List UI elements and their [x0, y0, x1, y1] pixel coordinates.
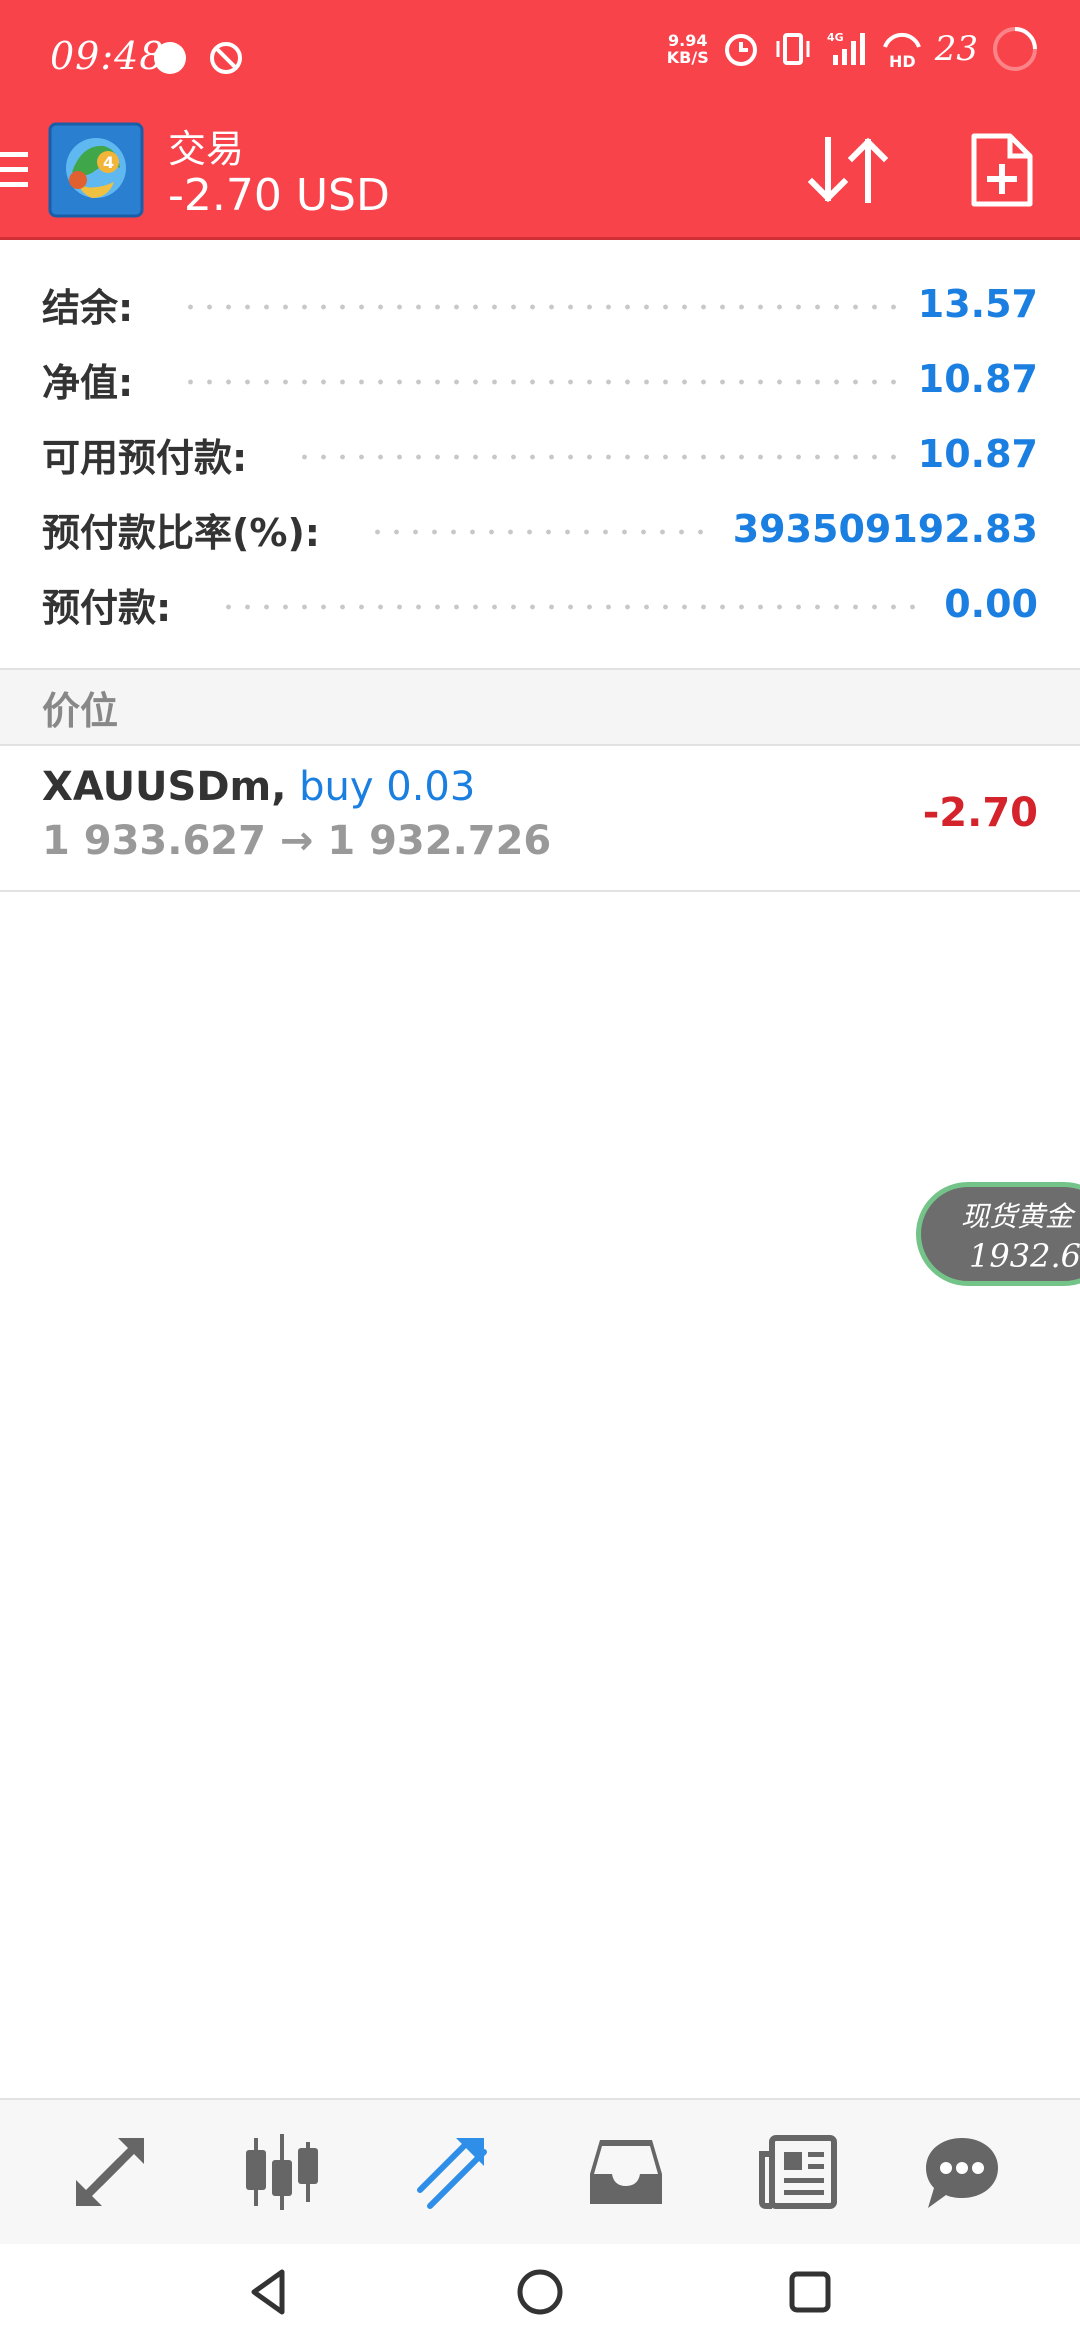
history-icon	[590, 2140, 662, 2204]
tab-chart[interactable]	[240, 2130, 324, 2214]
svg-text:4G: 4G	[827, 31, 844, 44]
status-bar: 09:48 9.94 KB/S 4G HD 23	[0, 0, 1080, 118]
chart-icon	[246, 2134, 318, 2210]
floating-symbol-name: 现货黄金	[961, 1200, 1074, 1233]
summary-row-free-margin: 可用预付款: 10.87	[42, 422, 1038, 486]
total-profit: -2.70 USD	[168, 170, 390, 221]
system-navigation	[0, 2244, 1080, 2340]
home-icon[interactable]	[514, 2266, 566, 2318]
position-prices: 1 933.627 → 1 932.726	[42, 818, 552, 864]
section-title: 价位	[42, 689, 119, 733]
account-summary: 结余: 13.57 净值: 10.87 可用预付款: 10.87 预付款比率(%…	[0, 240, 1080, 668]
vibrate-icon	[776, 33, 810, 65]
summary-value: 10.87	[917, 357, 1038, 401]
svg-text:4: 4	[103, 153, 114, 172]
mt4-logo-icon[interactable]: 4	[48, 122, 144, 218]
tab-history[interactable]	[584, 2130, 668, 2214]
dotted-leader	[181, 378, 900, 386]
sort-button[interactable]	[806, 132, 890, 208]
tab-news[interactable]	[756, 2130, 840, 2214]
alarm-icon	[724, 34, 757, 66]
menu-icon[interactable]	[0, 146, 30, 194]
summary-label: 预付款:	[42, 585, 172, 630]
tab-messages[interactable]	[920, 2130, 1004, 2214]
position-row[interactable]: XAUUSDm, buy 0.03 1 933.627 → 1 932.726 …	[0, 746, 1080, 892]
battery-level: 23	[934, 29, 978, 69]
status-time: 09:48	[50, 34, 165, 78]
chat-bubble-icon	[154, 42, 186, 74]
tab-quotes[interactable]	[68, 2130, 152, 2214]
block-icon	[210, 42, 242, 74]
dotted-leader	[181, 303, 900, 311]
bottom-navigation	[0, 2098, 1080, 2244]
svg-text:HD: HD	[889, 52, 916, 69]
screen: 09:48 9.94 KB/S 4G HD 23 4 交易 -2.70 USD …	[0, 0, 1080, 2340]
signal-4g-icon: 4G	[827, 31, 865, 65]
back-icon[interactable]	[244, 2266, 296, 2318]
positions-section-header: 价位	[0, 668, 1080, 746]
messages-icon	[926, 2138, 998, 2208]
summary-label: 预付款比率(%):	[42, 510, 321, 555]
net-speed: 9.94 KB/S	[666, 31, 709, 67]
dotted-leader	[219, 603, 927, 611]
dotted-leader	[295, 453, 900, 461]
summary-row-margin: 预付款: 0.00	[42, 572, 1038, 636]
trade-icon	[417, 2138, 487, 2209]
floating-symbol-price: 1932.60	[969, 1237, 1080, 1275]
app-title: 交易	[168, 127, 245, 171]
new-order-button[interactable]	[966, 132, 1036, 208]
status-left-icons	[152, 40, 244, 76]
position-profit: -2.70	[922, 790, 1038, 836]
status-right-icons: 9.94 KB/S 4G HD 23	[667, 24, 1040, 74]
summary-row-equity: 净值: 10.87	[42, 347, 1038, 411]
summary-row-balance: 结余: 13.57	[42, 272, 1038, 336]
summary-value: 10.87	[917, 432, 1038, 476]
summary-label: 结余:	[42, 285, 134, 330]
summary-value: 13.57	[917, 282, 1038, 326]
quotes-icon	[76, 2138, 144, 2206]
app-bar: 4 交易 -2.70 USD	[0, 118, 1080, 240]
news-icon	[759, 2135, 837, 2209]
hd-wifi-icon: HD	[882, 32, 921, 69]
summary-value: 393509192.83	[732, 507, 1038, 551]
dotted-leader	[368, 528, 715, 536]
recents-icon[interactable]	[784, 2266, 836, 2318]
summary-value: 0.00	[944, 582, 1038, 626]
battery-ring-icon	[993, 27, 1037, 71]
summary-label: 可用预付款:	[42, 435, 248, 480]
position-header: XAUUSDm, buy 0.03	[42, 764, 475, 810]
position-symbol: XAUUSDm,	[42, 764, 287, 810]
tab-trade[interactable]	[412, 2130, 496, 2214]
summary-label: 净值:	[42, 360, 134, 405]
summary-row-margin-level: 预付款比率(%): 393509192.83	[42, 497, 1038, 561]
floating-price-bubble[interactable]: 现货黄金 1932.60	[916, 1182, 1080, 1286]
position-type: buy 0.03	[299, 764, 476, 810]
